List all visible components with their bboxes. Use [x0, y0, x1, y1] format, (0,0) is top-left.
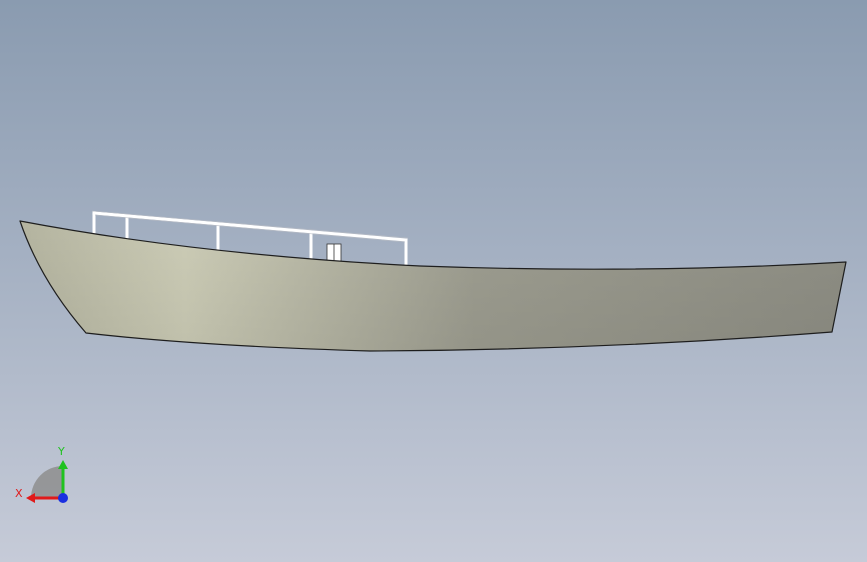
- orientation-triad[interactable]: X Y: [15, 445, 68, 503]
- railing-top-rail: [92, 211, 408, 242]
- triad-plane-quadrant: [31, 466, 63, 498]
- x-axis-arrow-icon: [26, 493, 35, 503]
- x-axis-label: X: [15, 487, 23, 500]
- 3d-viewport[interactable]: X Y: [0, 0, 867, 562]
- y-axis-label: Y: [57, 445, 65, 458]
- cabin-block: [326, 243, 342, 263]
- z-axis-dot-icon: [58, 493, 68, 503]
- y-axis-arrow-icon: [58, 460, 68, 469]
- model-canvas[interactable]: X Y: [0, 0, 867, 562]
